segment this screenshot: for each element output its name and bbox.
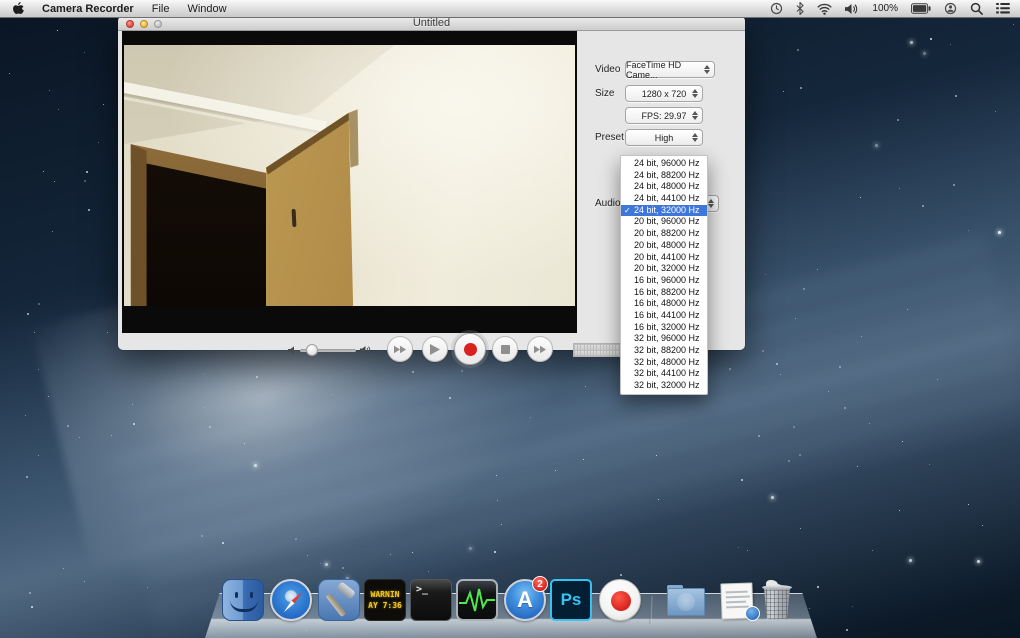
dock-photoshop-icon[interactable]: Ps [550, 579, 592, 621]
video-preview [122, 31, 577, 333]
preset-label: Preset [595, 132, 624, 143]
play-icon [430, 344, 440, 355]
fps-popup[interactable]: FPS: 29.97 [625, 107, 703, 124]
menu-bar: Camera Recorder File Window 100% [0, 0, 1020, 18]
audio-menu-item[interactable]: 32 bit, 32000 Hz [621, 380, 707, 392]
battery-icon[interactable] [911, 3, 931, 14]
audio-menu-item[interactable]: 20 bit, 48000 Hz [621, 240, 707, 252]
audio-menu-item[interactable]: 32 bit, 48000 Hz [621, 357, 707, 369]
dock-camera-recorder-icon[interactable] [599, 579, 641, 621]
menu-app-name[interactable]: Camera Recorder [42, 3, 134, 15]
audio-menu-item[interactable]: 20 bit, 96000 Hz [621, 216, 707, 228]
dock-safari-icon[interactable] [270, 579, 312, 621]
rewind-icon [394, 345, 407, 354]
popup-stepper-icon [691, 89, 698, 98]
menu-file[interactable]: File [152, 3, 170, 15]
preset-popup[interactable]: High [625, 129, 703, 146]
dock-folder-icon[interactable] [665, 579, 707, 621]
volume-icon[interactable] [845, 3, 859, 15]
apple-icon [12, 2, 24, 16]
size-popup[interactable]: 1280 x 720 [625, 85, 703, 102]
menu-window[interactable]: Window [187, 3, 226, 15]
record-icon [464, 343, 477, 356]
audio-menu-item[interactable]: 16 bit, 96000 Hz [621, 275, 707, 287]
checkmark-icon: ✓ [624, 205, 631, 217]
audio-menu-item[interactable]: 24 bit, 88200 Hz [621, 170, 707, 182]
record-button[interactable] [454, 333, 486, 365]
audio-menu-item[interactable]: 32 bit, 88200 Hz [621, 345, 707, 357]
time-machine-icon[interactable] [770, 2, 783, 15]
audio-menu-item[interactable]: 16 bit, 44100 Hz [621, 310, 707, 322]
record-dot-icon [611, 591, 631, 611]
play-button[interactable] [422, 336, 448, 362]
dock-xcode-icon[interactable] [318, 579, 360, 621]
window-title-bar[interactable]: Untitled [118, 16, 745, 31]
user-menu-icon[interactable] [944, 2, 957, 15]
audio-menu-item[interactable]: 20 bit, 44100 Hz [621, 252, 707, 264]
audio-menu-item[interactable]: 16 bit, 88200 Hz [621, 287, 707, 299]
fast-forward-icon [534, 345, 547, 354]
audio-menu-item[interactable]: 24 bit, 48000 Hz [621, 181, 707, 193]
popup-stepper-icon [691, 133, 698, 142]
rewind-button[interactable] [387, 336, 413, 362]
lcd-clock-line1: WARNIN [371, 590, 400, 599]
audio-menu-item[interactable]: 20 bit, 32000 Hz [621, 263, 707, 275]
battery-percent: 100% [872, 3, 898, 14]
notification-center-icon[interactable] [996, 3, 1010, 14]
audio-menu-item[interactable]: 24 bit, 44100 Hz [621, 193, 707, 205]
spotlight-icon[interactable] [970, 2, 983, 15]
stop-button[interactable] [492, 336, 518, 362]
dock-terminal-icon[interactable]: >_ [410, 579, 452, 621]
popup-stepper-icon [691, 111, 698, 120]
audio-menu-item[interactable]: 24 bit, 96000 Hz [621, 158, 707, 170]
video-device-popup[interactable]: FaceTime HD Came... [625, 61, 715, 78]
app-store-badge: 2 [532, 576, 548, 592]
dock-documents-stack-icon[interactable] [716, 579, 758, 621]
dock-app-store-icon[interactable]: A 2 [504, 579, 546, 621]
audio-menu-item[interactable]: 16 bit, 32000 Hz [621, 322, 707, 334]
camera-feed [124, 45, 575, 306]
stop-icon [501, 345, 510, 354]
popup-stepper-icon [703, 65, 710, 74]
audio-menu-item[interactable]: ✓24 bit, 32000 Hz [621, 205, 707, 217]
scene-door-handle [291, 209, 296, 227]
audio-menu-item[interactable]: 32 bit, 96000 Hz [621, 333, 707, 345]
lcd-clock-line2: AY 7:36 [368, 601, 402, 610]
bluetooth-icon[interactable] [796, 2, 804, 15]
fast-forward-button[interactable] [527, 336, 553, 362]
audio-menu-item[interactable]: 16 bit, 48000 Hz [621, 298, 707, 310]
size-label: Size [595, 88, 614, 99]
dock-finder-icon[interactable] [222, 579, 264, 621]
dock-activity-monitor-icon[interactable] [456, 579, 498, 621]
audio-menu-item[interactable]: 32 bit, 44100 Hz [621, 368, 707, 380]
dock-trash-icon[interactable] [756, 579, 798, 621]
video-label: Video [595, 64, 620, 75]
transport-controls [118, 333, 577, 350]
apple-menu[interactable] [12, 2, 24, 16]
window-title: Untitled [118, 17, 745, 29]
dock-lcd-clock-icon[interactable]: WARNIN AY 7:36 [364, 579, 406, 621]
popup-stepper-icon [707, 199, 714, 208]
ekg-line-icon [458, 581, 496, 619]
audio-label: Audio [595, 198, 621, 209]
audio-menu-item[interactable]: 20 bit, 88200 Hz [621, 228, 707, 240]
wifi-icon[interactable] [817, 3, 832, 15]
audio-format-menu: 24 bit, 96000 Hz24 bit, 88200 Hz24 bit, … [620, 155, 708, 395]
